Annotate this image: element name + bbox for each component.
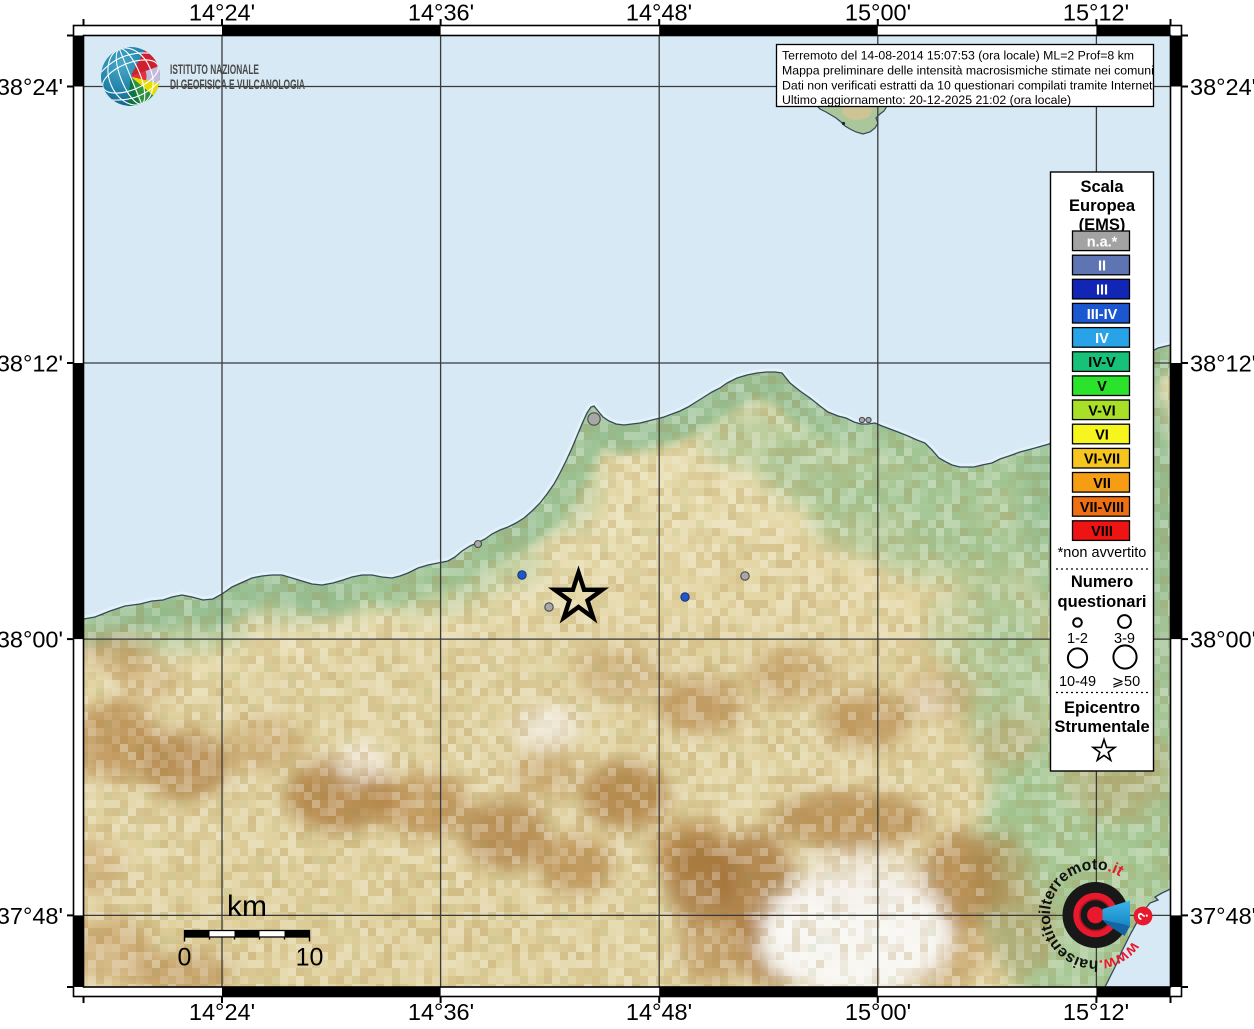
svg-text:VII-VIII: VII-VIII [1080, 500, 1124, 516]
svg-text:10-49: 10-49 [1059, 674, 1096, 690]
svg-text:DI GEOFISICA E VULCANOLOGIA: DI GEOFISICA E VULCANOLOGIA [170, 77, 305, 92]
svg-text:37°48': 37°48' [0, 903, 63, 929]
svg-text:Numero: Numero [1071, 573, 1133, 591]
svg-text:38°12': 38°12' [1190, 351, 1254, 377]
svg-text:15°12': 15°12' [1063, 999, 1129, 1024]
svg-text:VI: VI [1095, 428, 1109, 444]
svg-text:V: V [1097, 379, 1107, 395]
svg-text:15°00': 15°00' [845, 0, 911, 26]
svg-text:15°12': 15°12' [1063, 0, 1129, 26]
svg-text:Dati non verificati estratti d: Dati non verificati estratti da 10 quest… [782, 78, 1156, 92]
svg-text:III: III [1096, 283, 1108, 299]
svg-text:38°12': 38°12' [0, 351, 63, 377]
svg-text:VIII: VIII [1091, 524, 1113, 540]
svg-text:1-2: 1-2 [1067, 631, 1088, 647]
svg-text:n.a.*: n.a.* [1087, 234, 1118, 250]
svg-text:38°24': 38°24' [1190, 74, 1254, 100]
svg-text:questionari: questionari [1058, 593, 1147, 611]
svg-text:14°36': 14°36' [408, 0, 474, 26]
svg-text:VI-VII: VI-VII [1084, 452, 1120, 468]
svg-text:3-9: 3-9 [1114, 631, 1135, 647]
svg-text:*non avvertito: *non avvertito [1058, 545, 1147, 561]
svg-text:II: II [1098, 258, 1106, 274]
svg-text:38°00': 38°00' [1190, 627, 1254, 653]
svg-text:⩾50: ⩾50 [1112, 674, 1140, 690]
svg-text:10: 10 [296, 944, 324, 972]
svg-text:14°48': 14°48' [626, 0, 692, 26]
svg-text:14°24': 14°24' [189, 0, 255, 26]
svg-text:Scala: Scala [1080, 178, 1124, 196]
svg-text:38°24': 38°24' [0, 74, 63, 100]
svg-text:14°36': 14°36' [408, 999, 474, 1024]
svg-text:III-IV: III-IV [1087, 307, 1118, 323]
svg-text:V-VI: V-VI [1088, 403, 1115, 419]
svg-text:IV: IV [1095, 331, 1109, 347]
svg-text:IV-V: IV-V [1088, 355, 1116, 371]
svg-text:Mappa preliminare delle intens: Mappa preliminare delle intensità macros… [782, 63, 1154, 77]
svg-text:Ultimo aggiornamento: 20-12-20: Ultimo aggiornamento: 20-12-2025 21:02 (… [782, 93, 1071, 107]
svg-text:km: km [227, 890, 267, 923]
svg-text:14°48': 14°48' [626, 999, 692, 1024]
svg-text:38°00': 38°00' [0, 627, 63, 653]
svg-text:Strumentale: Strumentale [1054, 718, 1149, 736]
svg-text:ISTITUTO NAZIONALE: ISTITUTO NAZIONALE [170, 62, 259, 77]
svg-text:Terremoto del 14-08-2014 15:07: Terremoto del 14-08-2014 15:07:53 (ora l… [782, 49, 1134, 63]
svg-text:Europea: Europea [1069, 197, 1136, 215]
svg-text:Epicentro: Epicentro [1064, 699, 1140, 717]
svg-text:0: 0 [178, 944, 192, 972]
svg-text:37°48': 37°48' [1190, 903, 1254, 929]
svg-text:14°24': 14°24' [189, 999, 255, 1024]
svg-text:15°00': 15°00' [845, 999, 911, 1024]
svg-text:VII: VII [1093, 476, 1111, 492]
